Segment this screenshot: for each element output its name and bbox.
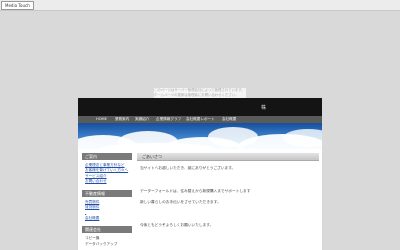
greeting-paragraph: 新しい暮らしのお手伝いをさせていただきます。 <box>140 200 221 204</box>
sidebar-item: データバックアップ <box>85 241 118 246</box>
nav-item-company[interactable]: 会社概要 <box>222 117 236 122</box>
main-heading: ごあいさつ <box>137 153 319 161</box>
site-brand[interactable]: 株 <box>261 104 266 111</box>
sidebar-heading-related: 関連会社 <box>82 226 132 234</box>
app-badge: Media Touch <box>1 1 34 10</box>
sidebar: ご案内 企業理念と事業方針など お客様を繋げていく方々へ サービス紹介 お問い合… <box>82 153 132 247</box>
nav-item-business[interactable]: 業務案内 <box>115 117 129 122</box>
website-frame: 株 HOME 業務案内 実績紹介 企業情報グラフ 会社概要レポート 会社概要 ご… <box>78 98 322 250</box>
nav-item-graph[interactable]: 企業情報グラフ <box>156 117 181 122</box>
sidebar-heading-guide: ご案内 <box>82 153 132 160</box>
sidebar-heading-realestate: 不動産情報 <box>82 189 132 197</box>
greeting-paragraph: 当サイトへお越しいただき、誠にありがとうございます。 <box>140 166 236 170</box>
hero-sky-image <box>78 123 322 149</box>
main-nav: HOME 業務案内 実績紹介 企業情報グラフ 会社概要レポート 会社概要 <box>78 116 322 123</box>
greeting-paragraph: 今後ともどうぞよろしくお願いいたします。 <box>140 223 214 227</box>
site-header: 株 <box>78 98 322 116</box>
nav-item-results[interactable]: 実績紹介 <box>135 117 149 122</box>
nav-item-report[interactable]: 会社概要レポート <box>186 117 215 122</box>
main-content: ごあいさつ 当サイトへお越しいただき、誠にありがとうございます。 データーフォー… <box>137 153 319 227</box>
browser-topbar: Media Touch <box>0 0 400 11</box>
nav-item-home[interactable]: HOME <box>96 117 107 122</box>
greeting-paragraph: データーフォールドは、住み替えから新規購入までサポートします <box>140 189 251 193</box>
